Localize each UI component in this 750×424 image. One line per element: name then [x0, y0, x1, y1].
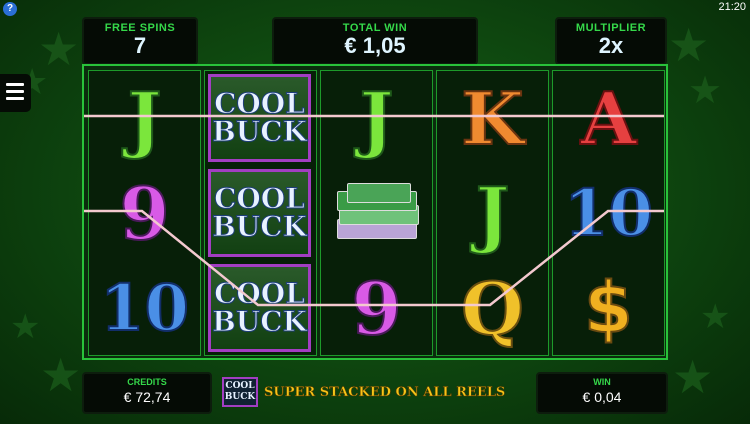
- coolbuck-word-buck: BUCK: [212, 305, 308, 338]
- coolbuck-word-buck: BUCK: [212, 210, 308, 243]
- reel-5: A 10 $: [552, 70, 665, 356]
- decor-star-icon: ★: [10, 308, 41, 346]
- reel-1: J 9 10: [88, 70, 201, 356]
- reel-3: J 9: [320, 70, 433, 356]
- win-panel: WIN € 0,04: [536, 372, 668, 414]
- dollar-scatter-icon: $: [583, 266, 634, 350]
- symbol-q: Q: [460, 265, 525, 352]
- free-spins-value: 7: [133, 33, 147, 58]
- symbol-9: 9: [118, 170, 170, 257]
- credits-label: CREDITS: [127, 377, 167, 387]
- logo-word-buck: BUCK: [224, 392, 256, 402]
- win-value: € 0,04: [582, 389, 622, 405]
- symbol-10: 10: [563, 175, 654, 252]
- decor-star-icon: ★: [40, 349, 82, 401]
- symbol-j: J: [474, 170, 510, 257]
- total-win-value: € 1,05: [344, 33, 406, 58]
- cash-stack-icon: [321, 166, 432, 260]
- reel-4: K J Q: [436, 70, 549, 356]
- logo-word-cool: COOL: [225, 381, 255, 391]
- coolbuck-word-buck: BUCK: [212, 115, 308, 148]
- coolbuck-word-cool: COOL: [214, 182, 306, 215]
- menu-bar: [6, 90, 24, 93]
- decor-star-icon: ★: [700, 298, 731, 336]
- coolbuck-wild-symbol: COOL BUCK: [208, 264, 311, 352]
- free-spins-panel: FREE SPINS 7: [82, 17, 198, 65]
- help-icon[interactable]: ?: [3, 2, 17, 16]
- reel-2: COOL BUCK COOL BUCK COOL BUCK: [204, 70, 317, 356]
- decor-star-icon: ★: [688, 70, 723, 112]
- banner-text: SUPER STACKED ON ALL REELS: [264, 384, 506, 400]
- symbol-j: J: [126, 75, 162, 162]
- coolbuck-word-cool: COOL: [214, 277, 306, 310]
- coolbuck-wild-symbol: COOL BUCK: [208, 74, 311, 162]
- feature-banner: COOL BUCK SUPER STACKED ON ALL REELS: [222, 377, 528, 407]
- credits-panel: CREDITS € 72,74: [82, 372, 212, 414]
- total-win-panel: TOTAL WIN € 1,05: [272, 17, 478, 65]
- coolbuck-wild-symbol: COOL BUCK: [208, 169, 311, 257]
- coolbuck-logo: COOL BUCK: [222, 377, 258, 407]
- symbol-10: 10: [99, 270, 190, 347]
- reel-grid[interactable]: J 9 10 COOL BUCK COOL BUCK COOL BUCK J 9: [82, 64, 668, 360]
- win-label: WIN: [593, 377, 611, 387]
- menu-icon[interactable]: [0, 74, 31, 112]
- symbol-9: 9: [350, 265, 402, 352]
- menu-bar: [6, 97, 24, 100]
- decor-star-icon: ★: [672, 351, 714, 403]
- multiplier-panel: MULTIPLIER 2x: [555, 17, 667, 65]
- symbol-a: A: [580, 75, 638, 162]
- decor-star-icon: ★: [668, 19, 710, 71]
- symbol-k: K: [460, 75, 525, 162]
- menu-bar: [6, 83, 24, 86]
- status-clock: 21:20: [718, 1, 746, 13]
- coolbuck-word-cool: COOL: [214, 87, 306, 120]
- credits-value: € 72,74: [123, 389, 171, 405]
- symbol-j: J: [358, 75, 394, 162]
- multiplier-value: 2x: [598, 33, 624, 58]
